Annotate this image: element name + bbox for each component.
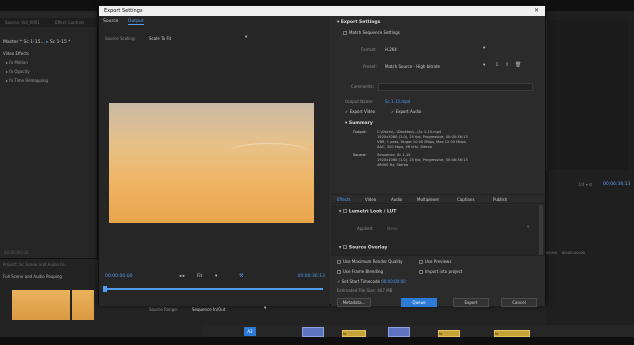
dialog-titlebar: Export Settings ✕ xyxy=(99,6,545,16)
summary-output-label: Output: xyxy=(353,130,367,134)
settings-tabbar: Effects Video Audio Multiplexer Captions… xyxy=(331,194,545,204)
workspace-bottom-bar xyxy=(0,337,634,345)
max-render-quality-checkbox[interactable]: Use Maximum Render Quality xyxy=(337,259,403,264)
timeline-clip[interactable]: fx xyxy=(438,330,460,337)
timecode-duration: 00:00:36:13 xyxy=(297,274,325,279)
effect-opacity[interactable]: ▸ fx Opacity xyxy=(6,69,30,74)
source-scaling-label: Source Scaling: xyxy=(105,36,136,41)
panel-tab-effect-controls[interactable]: Effect Controls xyxy=(52,19,87,26)
timeline-ruler: 00:00 00:00:00:00 xyxy=(546,250,585,255)
transport-bar: 00:00:00:00 ◂ ▸ Fit ▾ ⚒ 00:00:36:13 xyxy=(105,273,325,283)
video-preview xyxy=(109,103,314,223)
chevron-down-icon[interactable]: ▾ xyxy=(245,35,247,40)
panel-tab-source[interactable]: Source: Vid_0001 xyxy=(2,19,43,26)
source-range-select[interactable]: Sequence In/Out xyxy=(192,307,225,312)
export-audio-checkbox[interactable]: ✓ Export Audio xyxy=(391,109,421,114)
save-preset-icon[interactable]: ⇩ xyxy=(495,62,499,68)
metadata-button[interactable]: Metadata... xyxy=(337,298,371,307)
summary-output-text: C:\Users\...\Desktop\...\Sc 1-15.mp4 192… xyxy=(377,130,468,149)
scrub-bar[interactable] xyxy=(105,288,323,290)
dialog-title: Export Settings xyxy=(104,8,143,14)
export-video-checkbox[interactable]: ✓ Export Video xyxy=(345,109,375,114)
project-panel-title: Project: Sc Scene and Audio Fe... xyxy=(3,262,69,267)
program-monitor-video xyxy=(546,20,628,170)
estimated-file-size: Estimated File Size: 467 MB xyxy=(337,288,393,293)
export-settings-dialog: Export Settings ✕ Source Output Source S… xyxy=(98,5,546,312)
program-monitor-controls[interactable]: 1/4 ▾ ⚙ xyxy=(578,182,593,187)
effect-motion[interactable]: ▸ fx Motion xyxy=(6,60,28,65)
summary-source-text: Sequence, Sc 1-15 1920x1080 (1.0), 25 fp… xyxy=(377,153,468,167)
chevron-down-icon[interactable]: ▾ xyxy=(483,46,485,51)
format-select[interactable]: H.264 xyxy=(385,47,397,52)
tab-source[interactable]: Source xyxy=(103,19,118,24)
output-name-link[interactable]: Sc 1-15.mp4 xyxy=(385,99,410,104)
export-button[interactable]: Export xyxy=(453,298,489,307)
comments-label: Comments: xyxy=(351,84,375,89)
chevron-down-icon[interactable]: ▾ xyxy=(483,63,485,68)
fit-select[interactable]: Fit xyxy=(197,274,202,279)
project-thumbnail[interactable] xyxy=(12,290,70,320)
track-target-a2[interactable]: A2 xyxy=(244,327,256,336)
timeline-clip[interactable]: fx xyxy=(342,330,366,337)
match-sequence-checkbox[interactable]: Match Sequence Settings xyxy=(343,30,400,35)
source-range-label: Source Range: xyxy=(149,307,179,312)
source-overlay-section[interactable]: ▾ Source Overlay xyxy=(339,245,387,251)
effect-time-remapping[interactable]: ▸ fx Time Remapping xyxy=(6,78,48,83)
preset-label: Preset: xyxy=(363,64,377,69)
source-scaling-select[interactable]: Scale To Fit xyxy=(149,36,171,41)
source-output-tabs: Source Output xyxy=(103,19,152,25)
queue-button[interactable]: Queue xyxy=(401,298,437,307)
format-label: Format: xyxy=(361,47,377,52)
export-settings-section[interactable]: ▾ Export Settings xyxy=(337,20,380,25)
applied-label: Applied: xyxy=(357,226,374,231)
summary-section[interactable]: ▾ Summary xyxy=(345,121,373,126)
lumetri-section[interactable]: ▾ Lumetri Look / LUT xyxy=(339,209,396,215)
video-effects-header: Video Effects xyxy=(3,51,30,56)
effect-controls-timecode: 00;00;00;00 xyxy=(4,250,29,255)
step-frame-icon[interactable]: ◂ ▸ xyxy=(179,274,185,279)
tab-publish[interactable]: Publish xyxy=(493,197,507,202)
preview-pane: Source Output Source Scaling: Scale To F… xyxy=(99,16,329,312)
tab-multiplexer[interactable]: Multiplexer xyxy=(417,197,439,202)
tab-video[interactable]: Video xyxy=(365,197,376,202)
tab-audio[interactable]: Audio xyxy=(391,197,402,202)
applied-select[interactable]: None xyxy=(387,226,397,231)
frame-blending-checkbox[interactable]: Use Frame Blending xyxy=(337,269,383,274)
output-name-label: Output Name: xyxy=(345,99,374,104)
preset-select[interactable]: Match Source - High bitrate xyxy=(385,64,440,69)
comments-input[interactable] xyxy=(378,83,533,91)
project-item[interactable]: Full Scene and Audio Pauping xyxy=(3,274,62,279)
import-into-project-checkbox[interactable]: Import into project xyxy=(419,269,462,274)
playhead-handle[interactable] xyxy=(103,286,107,292)
preview-cloud xyxy=(229,143,309,161)
timecode-current[interactable]: 00:00:00:00 xyxy=(105,274,132,279)
delete-preset-icon[interactable]: 🗑 xyxy=(515,62,521,68)
close-icon[interactable]: ✕ xyxy=(534,7,539,14)
settings-pane: ▾ Export Settings Match Sequence Setting… xyxy=(331,16,545,307)
tab-output[interactable]: Output xyxy=(127,19,144,25)
timeline-clip[interactable] xyxy=(388,327,410,337)
chevron-down-icon[interactable]: ▾ xyxy=(264,306,266,311)
summary-source-label: Source: xyxy=(353,153,367,157)
use-previews-checkbox[interactable]: Use Previews xyxy=(419,259,451,264)
project-thumbnail[interactable] xyxy=(72,290,94,320)
tab-captions[interactable]: Captions xyxy=(457,197,475,202)
timeline-clip[interactable] xyxy=(302,327,324,337)
wrench-icon[interactable]: ⚒ xyxy=(239,273,243,279)
divider xyxy=(331,255,545,256)
chevron-down-icon[interactable]: ▾ xyxy=(527,225,529,230)
set-start-timecode-checkbox[interactable]: ✓ Set Start Timecode 00:00:00:00 xyxy=(337,279,406,284)
import-preset-icon[interactable]: ⇧ xyxy=(505,62,509,68)
start-timecode-value[interactable]: 00:00:00:00 xyxy=(381,279,405,284)
settings-scrollbar[interactable] xyxy=(539,205,543,255)
chevron-down-icon[interactable]: ▾ xyxy=(215,274,217,279)
cancel-button[interactable]: Cancel xyxy=(501,298,537,307)
tab-effects[interactable]: Effects xyxy=(337,197,351,202)
program-monitor-timecode: 00;06;36;13 xyxy=(603,182,631,187)
timeline-clip[interactable]: fx xyxy=(494,330,530,337)
clip-label: Master * Sc 1-15... ▸ Sc 1-15 * xyxy=(3,40,71,45)
